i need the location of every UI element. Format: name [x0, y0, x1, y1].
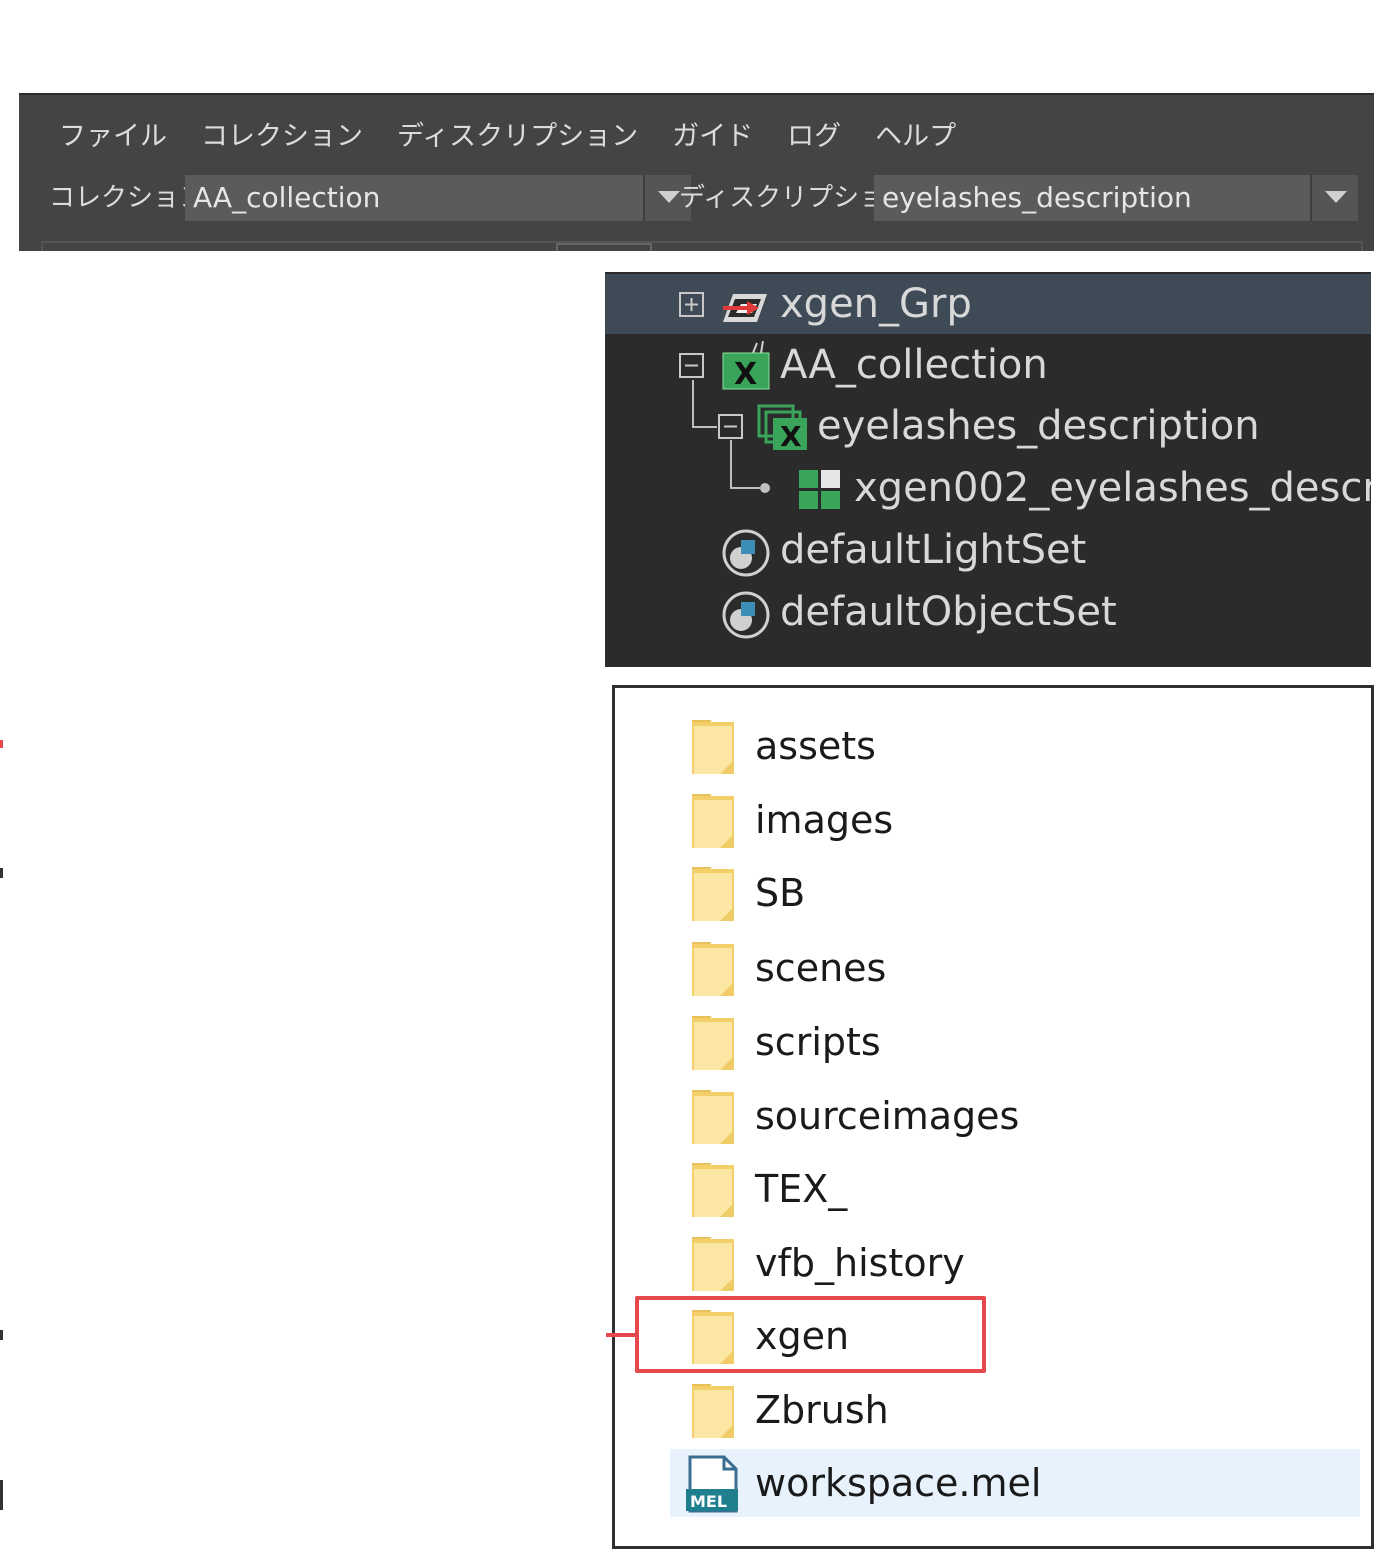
outliner-item-default-light-set[interactable]: defaultLightSet	[605, 520, 1371, 580]
folder-icon	[690, 792, 738, 854]
xgen-description-icon: X	[757, 404, 811, 452]
file-item[interactable]: assets	[670, 712, 1360, 780]
edge-fragment	[0, 868, 3, 878]
highlight-box	[635, 1296, 986, 1373]
set-icon	[721, 590, 771, 640]
xgen-patch-icon	[797, 468, 843, 510]
tab-area-edge	[41, 241, 1363, 251]
description-dropdown[interactable]: eyelashes_description	[874, 175, 1358, 221]
collapse-minus-icon[interactable]	[679, 353, 705, 379]
folder-icon	[690, 1161, 738, 1223]
chevron-down-icon	[658, 191, 680, 203]
file-item[interactable]: images	[670, 786, 1360, 854]
file-item[interactable]: scenes	[670, 934, 1360, 1002]
folder-icon	[690, 1382, 738, 1444]
file-item[interactable]: Zbrush	[670, 1376, 1360, 1444]
outliner-item-label: xgen_Grp	[780, 281, 972, 327]
file-name: scenes	[755, 946, 887, 990]
highlight-pointer	[606, 1333, 635, 1337]
file-item[interactable]: vfb_history	[670, 1229, 1360, 1297]
menu-bar: ファイル コレクション ディスクリプション ガイド ログ ヘルプ	[59, 117, 990, 157]
folder-icon	[690, 1088, 738, 1150]
group-transform-icon	[721, 286, 771, 326]
outliner-item-xgen-grp[interactable]: xgen_Grp	[605, 274, 1371, 334]
collection-value: AA_collection	[193, 181, 381, 214]
file-name: images	[755, 798, 894, 842]
xgen-editor-panel: ファイル コレクション ディスクリプション ガイド ログ ヘルプ コレクション …	[19, 93, 1374, 251]
collection-label: コレクション	[49, 183, 206, 213]
outliner-item-eyelashes-description[interactable]: X eyelashes_description	[605, 396, 1371, 456]
edge-fragment	[0, 1480, 3, 1510]
edge-fragment	[0, 740, 3, 748]
file-item[interactable]: sourceimages	[670, 1082, 1360, 1150]
description-value: eyelashes_description	[882, 181, 1192, 214]
file-item[interactable]: TEX_	[670, 1155, 1360, 1223]
outliner-item-aa-collection[interactable]: X AA_collection	[605, 335, 1371, 395]
folder-icon	[690, 1014, 738, 1076]
menu-log[interactable]: ログ	[787, 117, 857, 157]
mel-file-icon: MEL	[684, 1455, 740, 1517]
edge-fragment	[0, 1330, 3, 1340]
chevron-down-icon	[1325, 191, 1347, 203]
outliner-item-label: defaultObjectSet	[780, 589, 1117, 635]
menu-help[interactable]: ヘルプ	[875, 117, 972, 157]
file-item[interactable]: SB	[670, 859, 1360, 927]
file-name: SB	[755, 871, 806, 915]
file-name: workspace.mel	[755, 1461, 1042, 1505]
outliner-item-label: AA_collection	[780, 342, 1048, 388]
folder-icon	[690, 940, 738, 1002]
file-name: TEX_	[755, 1167, 848, 1211]
xgen-collection-icon: X	[719, 339, 775, 393]
folder-icon	[690, 865, 738, 927]
file-explorer-panel: assets images SB scenes scripts sourceimages T…	[612, 685, 1374, 1549]
file-name: vfb_history	[755, 1241, 965, 1285]
selector-row: コレクション AA_collection ディスクリプション eyelashes…	[19, 173, 1374, 223]
set-icon	[721, 528, 771, 578]
collection-dropdown[interactable]: AA_collection	[185, 175, 691, 221]
file-name: scripts	[755, 1020, 881, 1064]
folder-icon	[690, 718, 738, 780]
outliner-item-label: eyelashes_description	[817, 403, 1260, 449]
outliner-item-label: defaultLightSet	[780, 527, 1087, 573]
outliner-panel: xgen_Grp X AA_collection X eyelashes_des…	[605, 272, 1371, 667]
collapse-minus-icon[interactable]	[718, 414, 744, 440]
file-name: sourceimages	[755, 1094, 1020, 1138]
outliner-item-default-object-set[interactable]: defaultObjectSet	[605, 582, 1371, 642]
menu-guide[interactable]: ガイド	[672, 117, 769, 157]
file-name: assets	[755, 724, 876, 768]
svg-text:MEL: MEL	[690, 1492, 727, 1511]
svg-text:X: X	[780, 420, 802, 452]
folder-icon	[690, 1235, 738, 1297]
tab-edge	[556, 243, 652, 251]
file-item[interactable]: MEL workspace.mel	[670, 1449, 1360, 1517]
menu-collection[interactable]: コレクション	[201, 117, 379, 157]
description-dropdown-button[interactable]	[1310, 175, 1358, 221]
svg-text:X: X	[734, 357, 757, 392]
menu-description[interactable]: ディスクリプション	[397, 117, 654, 157]
expand-plus-icon[interactable]	[679, 292, 705, 318]
outliner-item-xgen002-patch[interactable]: xgen002_eyelashes_descript	[605, 458, 1371, 518]
file-name: Zbrush	[755, 1388, 889, 1432]
file-item[interactable]: scripts	[670, 1008, 1360, 1076]
menu-file[interactable]: ファイル	[59, 117, 183, 157]
outliner-item-label: xgen002_eyelashes_descript	[854, 465, 1371, 511]
